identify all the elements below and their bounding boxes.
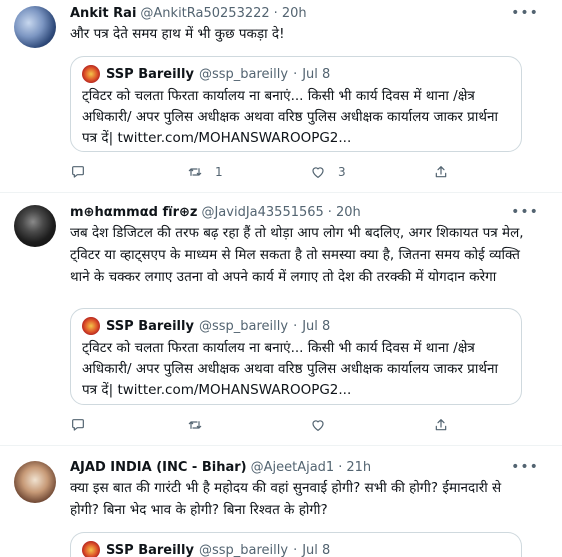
quoted-timestamp: Jul 8 [302,542,331,557]
tweet-text: जब देश डिजिटल की तरफ बढ़ रहा हैं तो थोड़… [70,225,524,285]
timestamp[interactable]: 20h [282,6,307,21]
quoted-author-handle: @ssp_bareilly [198,318,289,334]
timestamp[interactable]: 20h [336,205,361,220]
author-handle[interactable]: @AnkitRa50253222 [140,6,269,21]
reply-button[interactable] [70,415,98,435]
timestamp[interactable]: 21h [346,460,371,475]
author-name[interactable]: Ankit Rai [70,6,136,21]
quoted-tweet-text: ट्विटर को चलता फिरता कार्यालय ना बनाएं..… [82,338,514,401]
quoted-avatar [82,541,100,557]
quoted-link[interactable]: twitter.com/MOHANSWAROOPG2... [117,382,351,398]
tweet-text: क्या इस बात की गारंटी भी है महोदय की वहा… [70,480,502,518]
retweet-button[interactable]: 1 [187,162,223,182]
avatar[interactable] [14,461,56,503]
author-name[interactable]: AJAD INDIA (INC - Bihar) [70,460,247,475]
like-button[interactable] [310,415,338,435]
like-icon [312,167,324,178]
tweet-text: और पत्र देते समय हाथ में भी कुछ पकड़ा दे… [70,26,285,42]
quoted-tweet[interactable]: SSP Bareilly @ssp_bareilly · Jul 8 [70,532,522,557]
quoted-author-name: SSP Bareilly [106,542,194,557]
quoted-author-handle: @ssp_bareilly [198,66,289,82]
tweet-header: AJAD INDIA (INC - Bihar) @AjeetAjad1 · 2… [70,460,371,478]
share-icon [435,166,447,178]
more-icon[interactable]: ••• [511,203,538,221]
tweet-header: m⊕hαmmαd fïr⊕z @JavidJa43551565 · 20h [70,205,361,223]
share-icon [435,419,447,431]
separator-dot: · [273,6,278,21]
quoted-timestamp: Jul 8 [302,66,331,82]
like-icon [312,420,324,431]
quoted-author-handle: @ssp_bareilly [198,542,289,557]
reply-icon [72,166,84,178]
retweet-count: 1 [215,165,223,179]
quoted-link[interactable]: twitter.com/MOHANSWAROOPG2... [117,130,351,146]
like-button[interactable]: 3 [310,162,346,182]
quoted-tweet-header: SSP Bareilly @ssp_bareilly · Jul 8 [82,65,330,83]
tweet[interactable]: AJAD INDIA (INC - Bihar) @AjeetAjad1 · 2… [0,446,562,557]
retweet-icon [188,168,202,176]
quoted-avatar [82,65,100,83]
quoted-tweet-header: SSP Bareilly @ssp_bareilly · Jul 8 [82,317,330,335]
more-icon[interactable]: ••• [511,458,538,476]
quoted-tweet-header: SSP Bareilly @ssp_bareilly · Jul 8 [82,541,330,557]
separator-dot: · [327,205,332,220]
retweet-icon [188,421,202,429]
retweet-button[interactable] [187,415,215,435]
reply-icon [72,419,84,431]
author-name[interactable]: m⊕hαmmαd fïr⊕z [70,205,197,220]
author-handle[interactable]: @AjeetAjad1 [251,460,335,475]
separator-dot: · [338,460,343,475]
share-button[interactable] [433,415,449,435]
avatar[interactable] [14,205,56,247]
tweet-header: Ankit Rai @AnkitRa50253222 · 20h [70,6,307,24]
tweet[interactable]: Ankit Rai @AnkitRa50253222 · 20h ••• और … [0,0,562,192]
separator-dot: · [293,66,298,82]
quoted-tweet-text: ट्विटर को चलता फिरता कार्यालय ना बनाएं..… [82,86,514,149]
tweet-actions [70,415,470,435]
author-handle[interactable]: @JavidJa43551565 [201,205,323,220]
tweet-actions: 1 3 [70,162,470,182]
reply-button[interactable] [70,162,98,182]
more-icon[interactable]: ••• [511,4,538,22]
quoted-author-name: SSP Bareilly [106,66,194,82]
tweet[interactable]: m⊕hαmmαd fïr⊕z @JavidJa43551565 · 20h ••… [0,193,562,445]
share-button[interactable] [433,162,449,182]
separator-dot: · [293,318,298,334]
like-count: 3 [338,165,346,179]
quoted-author-name: SSP Bareilly [106,318,194,334]
separator-dot: · [293,542,298,557]
avatar[interactable] [14,6,56,48]
quoted-avatar [82,317,100,335]
quoted-tweet[interactable]: SSP Bareilly @ssp_bareilly · Jul 8 ट्विट… [70,308,522,405]
quoted-timestamp: Jul 8 [302,318,331,334]
quoted-tweet[interactable]: SSP Bareilly @ssp_bareilly · Jul 8 ट्विट… [70,56,522,152]
